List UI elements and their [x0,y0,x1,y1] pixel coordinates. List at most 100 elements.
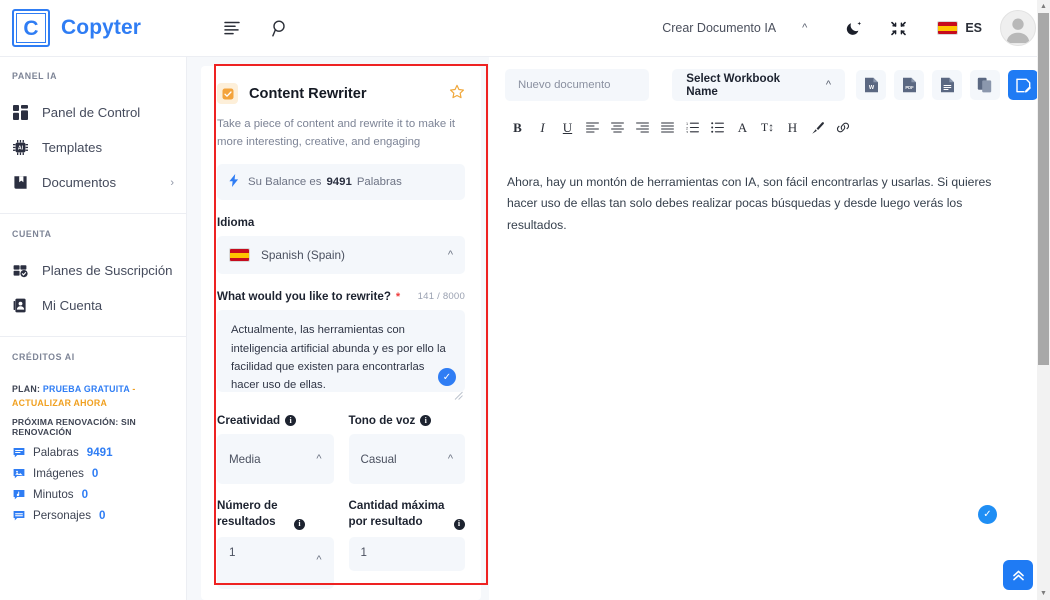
max-per-result-label-text: Cantidad máxima por resultado [348,499,445,528]
tool-description: Take a piece of content and rewrite it t… [217,118,456,148]
list-menu-icon[interactable] [217,13,247,43]
plan-value: PRUEBA GRATUITA [42,384,130,394]
max-per-result-input[interactable]: 1 [348,536,465,571]
dashboard-icon [12,104,29,121]
max-per-result-field: Cantidad máxima por resultado i 1 [348,498,466,588]
link-button[interactable] [830,115,855,140]
sidebar-item-templates[interactable]: AI Templates [0,130,186,165]
info-icon[interactable]: i [420,415,432,427]
star-outline-icon[interactable] [449,84,465,103]
export-pdf-button[interactable]: PDF [894,70,924,100]
document-content-area[interactable]: Ahora, hay un montón de herramientas con… [489,150,1050,600]
character-counter: 141 / 8000 [417,291,465,303]
tone-value: Casual [360,452,397,466]
search-icon[interactable] [265,13,295,43]
minutes-icon [12,488,25,501]
format-toolbar: B I U 123 A T↕ H [489,110,1050,150]
avatar[interactable] [1000,10,1036,46]
unordered-list-button[interactable] [705,115,730,140]
sidebar-item-label: Planes de Suscripción [42,263,173,278]
credit-value: 0 [91,467,99,481]
svg-text:PDF: PDF [905,85,914,90]
tool-panel-wrapper: Content Rewriter Take a piece of content… [187,57,489,600]
tone-select[interactable]: Casual ^ [348,434,465,485]
creativity-label: Creatividad i [217,414,334,427]
bolt-icon [229,174,239,190]
content-rewriter-panel: Content Rewriter Take a piece of content… [201,66,481,600]
max-per-result-value: 1 [360,545,367,559]
header-left-icons [217,13,295,43]
renewal-info: PRÓXIMA RENOVACIÓN: SIN RENOVACIÓN [12,417,136,438]
document-editor: Nuevo documento Select Workbook Name ^ W… [489,57,1050,600]
language-select[interactable]: Spanish (Spain) ^ [217,236,465,275]
rewrite-field-label: What would you like to rewrite? * [217,290,400,303]
bold-button[interactable]: B [505,115,530,140]
align-right-button[interactable] [630,115,655,140]
language-selector[interactable]: ES [933,17,986,39]
sidebar-divider-2 [0,336,186,337]
brand-name: Copyter [61,16,142,39]
sidebar-item-planes-de-suscripcion[interactable]: Planes de Suscripción [0,253,186,288]
sidebar-item-documentos[interactable]: Documentos › [0,165,186,200]
sidebar-item-mi-cuenta[interactable]: Mi Cuenta [0,288,186,323]
align-justify-button[interactable] [655,115,680,140]
collapse-icon[interactable] [883,13,913,43]
creativity-tone-row: Creatividad i Media ^ Tono de voz i Casu… [217,414,465,485]
scroll-down-arrow-icon[interactable]: ▼ [1037,587,1050,600]
font-size-button[interactable]: T↕ [755,115,780,140]
max-per-result-label: Cantidad máxima por resultado i [348,498,466,530]
rewrite-input[interactable] [217,310,465,393]
account-card-icon [12,297,29,314]
moon-icon[interactable] [839,13,869,43]
copy-document-button[interactable] [970,70,1000,100]
create-document-label: Crear Documento IA [662,21,777,35]
chevron-up-icon: ^ [316,553,322,566]
workbook-select[interactable]: Select Workbook Name ^ [672,69,845,101]
align-center-button[interactable] [605,115,630,140]
underline-button[interactable]: U [555,115,580,140]
resize-handle[interactable] [454,387,463,401]
sidebar-item-label: Documentos [42,175,117,190]
export-word-button[interactable]: W [856,70,886,100]
page-title: Content Rewriter [249,85,367,102]
num-results-label: Número de resultados i [217,498,334,530]
info-icon[interactable]: i [294,518,305,530]
characters-icon [12,509,25,522]
info-icon[interactable]: i [285,415,297,427]
sidebar-divider-1 [0,213,186,214]
plan-upgrade-link[interactable]: ACTUALIZAR AHORA [12,398,107,408]
credit-row: Personajes 0 [12,509,174,522]
save-document-button[interactable] [1008,70,1038,100]
sidebar-item-panel-de-control[interactable]: Panel de Control [0,95,186,130]
italic-button[interactable]: I [530,115,555,140]
num-results-input[interactable]: 1 ^ [217,536,334,589]
spain-flag-icon [937,21,959,35]
balance-suffix: Palabras [356,176,402,189]
align-left-button[interactable] [580,115,605,140]
check-circle-icon[interactable]: ✓ [978,505,997,524]
credit-value: 0 [99,509,106,523]
document-name-input[interactable]: Nuevo documento [505,69,650,101]
tone-label-text: Tono de voz [348,414,416,428]
scrollbar-thumb[interactable] [1038,13,1049,365]
chevron-up-icon: ^ [825,79,831,91]
ordered-list-button[interactable]: 123 [680,115,705,140]
page-scrollbar[interactable]: ▲ ▼ [1037,0,1050,600]
brand-logo[interactable]: C Copyter [12,9,194,47]
export-text-button[interactable] [932,70,962,100]
svg-text:AI: AI [18,146,24,152]
heading-button[interactable]: H [780,115,805,140]
create-document-dropdown[interactable]: Crear Documento IA ^ [656,17,813,39]
creativity-select[interactable]: Media ^ [217,434,334,485]
svg-text:3: 3 [686,130,688,133]
scroll-to-top-button[interactable] [1003,560,1033,590]
results-row: Número de resultados i 1 ^ Cantidad máxi… [217,498,466,589]
chevron-right-icon: › [170,176,174,189]
balance-value: 9491 [326,176,352,189]
svg-text:W: W [868,85,874,91]
font-color-button[interactable]: A [730,115,755,140]
info-icon[interactable]: i [453,518,465,530]
logo-mark-icon: C [12,9,50,47]
scroll-up-arrow-icon[interactable]: ▲ [1037,0,1050,13]
highlight-brush-icon[interactable] [805,115,830,140]
